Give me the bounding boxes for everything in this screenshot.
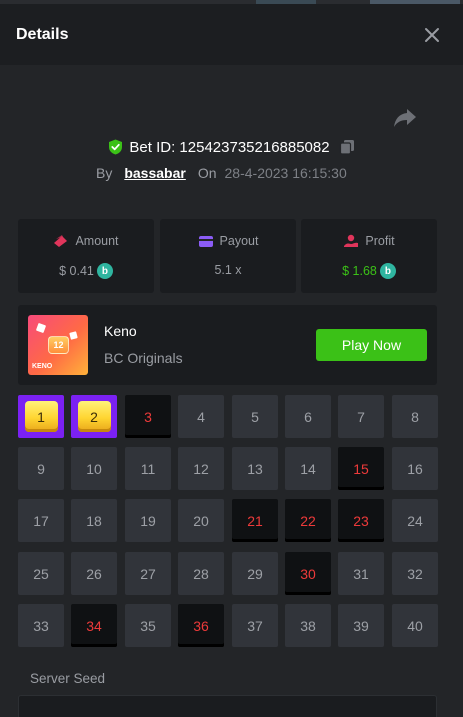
keno-cell-15[interactable]: 15 xyxy=(338,447,384,490)
keno-cell-32[interactable]: 32 xyxy=(392,552,438,595)
keno-cell-8[interactable]: 8 xyxy=(392,395,438,438)
keno-cell-5[interactable]: 5 xyxy=(232,395,278,438)
keno-cell-13[interactable]: 13 xyxy=(232,447,278,490)
keno-cell-9[interactable]: 9 xyxy=(18,447,64,490)
keno-cell-3[interactable]: 3 xyxy=(125,395,171,438)
keno-cell-11[interactable]: 11 xyxy=(125,447,171,490)
wallet-icon xyxy=(198,236,213,247)
dice-icon xyxy=(69,331,78,340)
share-icon[interactable] xyxy=(393,107,417,129)
profit-value: $ 1.68 xyxy=(342,264,377,278)
amount-icon xyxy=(54,235,68,247)
amount-stat: Amount $ 0.41 b xyxy=(18,219,154,293)
profit-stat: Profit $ 1.68 b xyxy=(301,219,437,293)
gem-icon: 1 xyxy=(24,401,58,432)
keno-cell-35[interactable]: 35 xyxy=(125,604,171,647)
game-name: Keno xyxy=(104,323,137,339)
bet-date: 28-4-2023 16:15:30 xyxy=(224,165,347,181)
keno-cell-7[interactable]: 7 xyxy=(338,395,384,438)
keno-cell-14[interactable]: 14 xyxy=(285,447,331,490)
keno-cell-10[interactable]: 10 xyxy=(71,447,117,490)
payout-stat: Payout 5.1 x xyxy=(160,219,296,293)
keno-cell-37[interactable]: 37 xyxy=(232,604,278,647)
keno-cell-39[interactable]: 39 xyxy=(338,604,384,647)
gem-icon: 2 xyxy=(77,401,111,432)
keno-cell-31[interactable]: 31 xyxy=(338,552,384,595)
keno-board: 1 2 3 4 5 6 7 8 9 10 11 12 13 14 15 16 17 18 19 20 21 22 23 24 2… xyxy=(18,395,438,647)
keno-cell-18[interactable]: 18 xyxy=(71,499,117,542)
payout-label: Payout xyxy=(219,234,259,248)
keno-cell-20[interactable]: 20 xyxy=(178,499,224,542)
keno-cell-22[interactable]: 22 xyxy=(285,499,331,542)
play-now-button[interactable]: Play Now xyxy=(316,329,427,361)
keno-cell-16[interactable]: 16 xyxy=(392,447,438,490)
modal-title: Details xyxy=(16,26,69,43)
keno-cell-17[interactable]: 17 xyxy=(18,499,64,542)
amount-label: Amount xyxy=(75,234,119,248)
close-icon[interactable] xyxy=(421,24,443,46)
keno-cell-28[interactable]: 28 xyxy=(178,552,224,595)
keno-cell-40[interactable]: 40 xyxy=(392,604,438,647)
shield-check-icon xyxy=(109,139,123,155)
on-label: On xyxy=(197,165,217,181)
keno-cell-24[interactable]: 24 xyxy=(392,499,438,542)
bc-coin-icon: b xyxy=(379,263,396,279)
bc-coin-icon: b xyxy=(96,263,113,279)
game-card: 12 KENO Keno BC Originals Play Now xyxy=(18,305,437,385)
keno-cell-4[interactable]: 4 xyxy=(178,395,224,438)
keno-cell-36[interactable]: 36 xyxy=(178,604,224,647)
copy-icon[interactable] xyxy=(339,139,355,155)
keno-cell-1[interactable]: 1 xyxy=(18,395,64,438)
keno-cell-34[interactable]: 34 xyxy=(71,604,117,647)
thumb-tag: KENO xyxy=(32,363,53,370)
keno-cell-6[interactable]: 6 xyxy=(285,395,331,438)
details-modal: Details Bet ID: 125423735216885082 By ba… xyxy=(0,0,463,717)
bet-meta-row: By bassabar On 28-4-2023 16:15:30 xyxy=(96,164,347,182)
keno-cell-30[interactable]: 30 xyxy=(285,552,331,595)
game-provider: BC Originals xyxy=(104,350,183,366)
keno-cell-2[interactable]: 2 xyxy=(71,395,117,438)
bet-id-row: Bet ID: 125423735216885082 xyxy=(0,136,463,158)
keno-cell-38[interactable]: 38 xyxy=(285,604,331,647)
keno-cell-26[interactable]: 26 xyxy=(71,552,117,595)
keno-cell-29[interactable]: 29 xyxy=(232,552,278,595)
keno-cell-19[interactable]: 19 xyxy=(125,499,171,542)
keno-cell-23[interactable]: 23 xyxy=(338,499,384,542)
keno-cell-21[interactable]: 21 xyxy=(232,499,278,542)
modal-header: Details xyxy=(0,4,463,65)
bet-id-text: Bet ID: 125423735216885082 xyxy=(129,138,330,156)
keno-cell-33[interactable]: 33 xyxy=(18,604,64,647)
keno-cell-12[interactable]: 12 xyxy=(178,447,224,490)
username-link[interactable]: bassabar xyxy=(124,165,185,181)
server-seed-field[interactable] xyxy=(18,695,437,717)
server-seed-label: Server Seed xyxy=(30,671,106,686)
keno-cell-25[interactable]: 25 xyxy=(18,552,64,595)
amount-value: $ 0.41 xyxy=(59,264,94,278)
profit-icon xyxy=(344,234,359,247)
payout-value: 5.1 x xyxy=(214,263,242,277)
profit-label: Profit xyxy=(365,234,395,248)
keno-cell-27[interactable]: 27 xyxy=(125,552,171,595)
by-label: By xyxy=(96,165,113,181)
dice-icon xyxy=(35,322,47,334)
keno-thumbnail[interactable]: 12 KENO xyxy=(28,315,88,375)
thumb-badge: 12 xyxy=(48,336,69,354)
